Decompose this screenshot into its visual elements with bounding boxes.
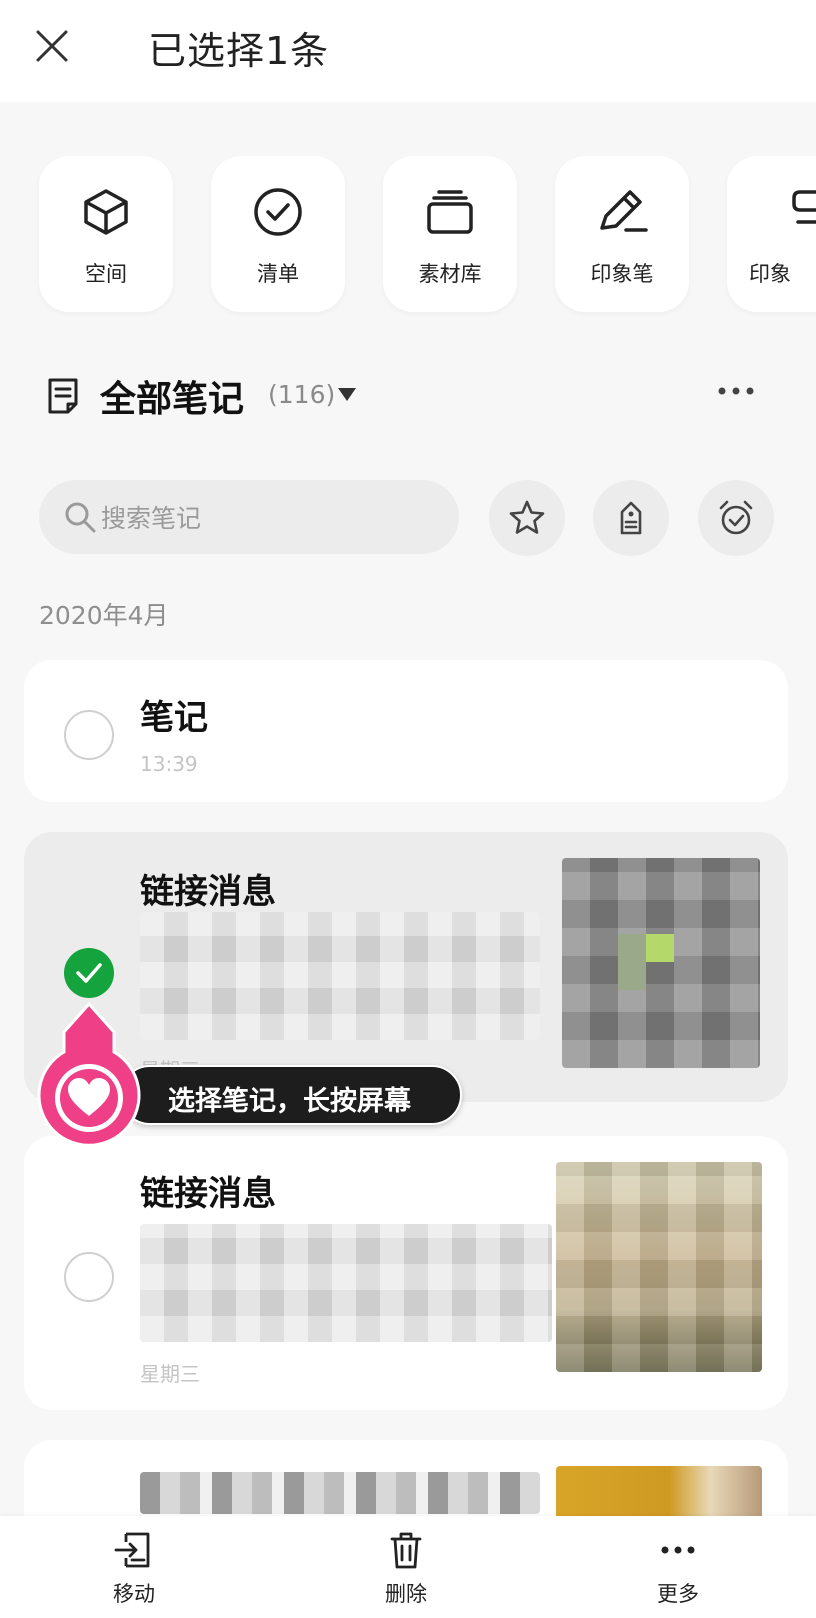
tooltip-text: 选择笔记，长按屏幕 [168, 1086, 411, 1117]
search-icon [65, 502, 96, 533]
select-radio[interactable] [64, 1252, 114, 1302]
trash-icon [390, 1532, 422, 1569]
pen-icon [600, 190, 648, 232]
cube-icon [84, 189, 128, 235]
selected-check[interactable] [64, 948, 114, 998]
section-title[interactable]: 全部笔记 [100, 370, 244, 422]
shortcut-row: 空间 清单 素材库 印象笔 印象 [0, 156, 816, 316]
selection-count-title: 已选择1条 [148, 29, 330, 73]
shortcut-label: 印象 [749, 262, 791, 286]
top-bar: 已选择1条 [0, 0, 816, 102]
notes-icon [48, 378, 78, 414]
note-thumbnail [556, 1162, 762, 1372]
check-circle-icon [254, 188, 302, 236]
search-input[interactable]: 搜索笔记 [39, 480, 459, 554]
close-icon[interactable] [30, 24, 74, 68]
more-dots-icon [661, 1546, 695, 1554]
note-preview-blurred [140, 912, 540, 1040]
bottom-action-bar: 移动 删除 更多 [0, 1516, 816, 1618]
note-preview-blurred [140, 1472, 540, 1514]
check-icon [76, 963, 102, 983]
shortcut-label: 清单 [257, 262, 299, 286]
reminder-filter-button[interactable] [698, 480, 774, 556]
more-button[interactable]: 更多 [618, 1516, 738, 1618]
select-radio[interactable] [64, 710, 114, 760]
more-dots-icon[interactable] [716, 384, 756, 398]
section-header: 全部笔记 (116) [0, 360, 816, 430]
move-button[interactable]: 移动 [74, 1516, 194, 1618]
more-label: 更多 [657, 1582, 699, 1606]
shortcut-label: 空间 [85, 262, 127, 286]
shortcut-label: 素材库 [418, 262, 482, 286]
shortcut-checklist[interactable]: 清单 [211, 156, 345, 312]
shortcut-partial[interactable]: 印象 [727, 156, 816, 312]
long-press-tooltip: 选择笔记，长按屏幕 [120, 1065, 462, 1125]
date-group-header: 2020年4月 [39, 601, 169, 630]
note-card[interactable]: 链接消息 星期三 [24, 1136, 788, 1410]
note-title: 笔记 [140, 698, 208, 738]
move-label: 移动 [113, 1582, 155, 1606]
caret-down-icon[interactable] [338, 388, 356, 401]
delete-label: 删除 [385, 1582, 427, 1606]
note-preview-blurred [140, 1224, 552, 1342]
shortcut-label: 印象笔 [590, 262, 654, 286]
note-count: (116) [268, 380, 336, 409]
alarm-icon [719, 500, 753, 535]
delete-button[interactable]: 删除 [346, 1516, 466, 1618]
shortcut-pen[interactable]: 印象笔 [555, 156, 689, 312]
stack-icon [427, 190, 473, 234]
heart-pin-icon [37, 1001, 141, 1147]
note-time: 星期三 [140, 1362, 200, 1386]
note-title: 链接消息 [140, 1174, 276, 1214]
favorites-filter-button[interactable] [489, 480, 565, 556]
note-time: 13:39 [140, 752, 198, 776]
tag-icon [620, 501, 642, 535]
shortcut-library[interactable]: 素材库 [383, 156, 517, 312]
shortcut-space[interactable]: 空间 [39, 156, 173, 312]
star-icon [509, 500, 545, 534]
partial-icon [792, 190, 816, 224]
note-card[interactable]: 笔记 13:39 [24, 660, 788, 802]
note-thumbnail [562, 858, 760, 1068]
note-title: 链接消息 [140, 872, 276, 912]
move-icon [114, 1532, 150, 1568]
tag-filter-button[interactable] [593, 480, 669, 556]
search-placeholder: 搜索笔记 [101, 504, 202, 533]
